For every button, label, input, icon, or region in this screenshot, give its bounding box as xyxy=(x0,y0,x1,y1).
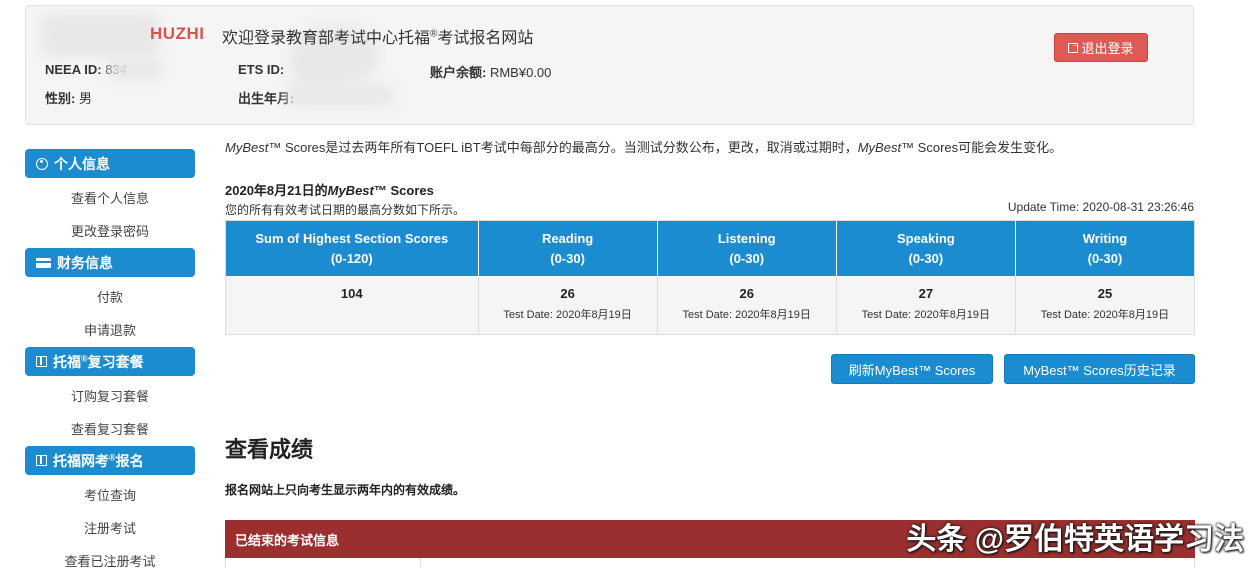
scores-date-heading: 2020年8月21日的MyBest™ Scores xyxy=(225,183,434,198)
sign-out-icon xyxy=(1068,39,1080,53)
credit-card-icon xyxy=(36,257,51,268)
watermark: 头条 @罗伯特英语学习法 xyxy=(906,523,1244,556)
sidebar-item-order-package[interactable]: 订购复习套餐 xyxy=(25,386,195,405)
welcome-message: 欢迎登录教育部考试中心托福®考试报名网站 xyxy=(222,28,534,47)
account-header xyxy=(25,5,1194,125)
sidebar-item-seat-search[interactable]: 考位查询 xyxy=(25,485,195,504)
sidebar-item-view-profile[interactable]: 查看个人信息 xyxy=(25,188,195,207)
cell-reading: 26 Test Date: 2020年8月19日 xyxy=(478,276,658,334)
sidebar-item-view-package[interactable]: 查看复习套餐 xyxy=(25,419,195,438)
blurred-neea xyxy=(108,58,163,80)
account-balance: 账户余额: RMB¥0.00 xyxy=(430,65,552,80)
sidebar-section-finance[interactable]: 财务信息 xyxy=(25,248,195,277)
sidebar-item-change-password[interactable]: 更改登录密码 xyxy=(25,221,195,240)
sidebar-section-prep-package[interactable]: 托福®复习套餐 xyxy=(25,347,195,376)
header-reading: Reading (0-30) xyxy=(478,220,658,276)
header-listening: Listening (0-30) xyxy=(657,220,837,276)
table-header-row: Sum of Highest Section Scores (0-120) Rea… xyxy=(225,220,1195,276)
header-writing: Writing (0-30) xyxy=(1015,220,1195,276)
cell-speaking: 27 Test Date: 2020年8月19日 xyxy=(836,276,1016,334)
mybest-history-button[interactable]: MyBest™ Scores历史记录 xyxy=(1004,354,1195,384)
blurred-birth xyxy=(285,84,395,108)
page-title: 查看成绩 xyxy=(225,437,314,462)
sidebar-item-register-test[interactable]: 注册考试 xyxy=(25,518,195,537)
mybest-intro: MyBest™ Scores是过去两年所有TOEFL iBT考试中每部分的最高分… xyxy=(225,140,1063,155)
scores-subtitle: 您的所有有效考试日期的最高分数如下所示。 xyxy=(225,203,466,217)
table-row xyxy=(225,558,1195,568)
book-icon xyxy=(36,356,47,367)
cell-total: 104 xyxy=(225,276,479,334)
refresh-mybest-button[interactable]: 刷新MyBest™ Scores xyxy=(831,354,993,384)
table-row: 104 26 Test Date: 2020年8月19日 26 Test Date:… xyxy=(225,276,1195,334)
blurred-ets xyxy=(292,56,342,84)
cell-writing: 25 Test Date: 2020年8月19日 xyxy=(1015,276,1195,334)
header-total: Sum of Highest Section Scores (0-120) xyxy=(225,220,479,276)
header-speaking: Speaking (0-30) xyxy=(836,220,1016,276)
cell-listening: 26 Test Date: 2020年8月19日 xyxy=(657,276,837,334)
logout-button[interactable]: 退出登录 xyxy=(1054,33,1148,62)
book-icon xyxy=(36,455,47,466)
user-circle-icon xyxy=(36,157,48,170)
logo-text: HUZHI xyxy=(150,24,205,43)
ets-id: ETS ID: xyxy=(238,62,285,77)
mybest-scores-table: Sum of Highest Section Scores (0-120) Rea… xyxy=(225,220,1195,335)
blurred-logo xyxy=(40,12,160,58)
sidebar-item-payment[interactable]: 付款 xyxy=(25,287,195,306)
update-time: Update Time: 2020-08-31 23:26:46 xyxy=(1007,200,1194,214)
sidebar-item-registered-tests[interactable]: 查看已注册考试 xyxy=(25,551,195,570)
sidebar-item-refund[interactable]: 申请退款 xyxy=(25,320,195,339)
sidebar-section-personal[interactable]: 个人信息 xyxy=(25,149,195,178)
sidebar-section-registration[interactable]: 托福网考®报名 xyxy=(25,446,195,475)
section-subtitle: 报名网站上只向考生显示两年内的有效成绩。 xyxy=(225,483,466,497)
gender: 性别: 男 xyxy=(45,91,92,106)
